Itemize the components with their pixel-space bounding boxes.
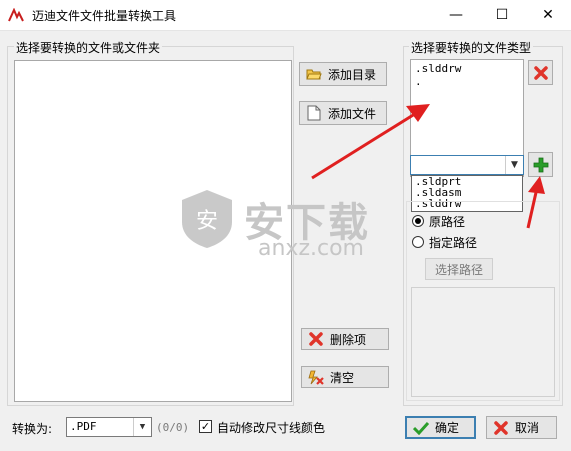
progress-count: (0/0) (156, 421, 190, 434)
svg-text:安: 安 (196, 209, 218, 234)
browse-path-button[interactable]: 选择路径 (425, 258, 493, 280)
file-icon (305, 104, 323, 122)
watermark-logo: 安 (178, 188, 236, 250)
type-dropdown[interactable]: ▼ (410, 155, 524, 175)
delete-x-icon (533, 65, 548, 80)
type-list-item[interactable]: .slddrw (411, 60, 523, 75)
format-select-value: .PDF (70, 420, 97, 433)
chevron-down-icon[interactable]: ▼ (133, 418, 151, 436)
clear-label: 清空 (330, 370, 355, 385)
delete-item-label: 删除项 (330, 332, 367, 347)
watermark-shield-icon: 安 (182, 190, 232, 248)
add-file-button[interactable]: 添加文件 (299, 101, 387, 125)
add-file-label: 添加文件 (328, 106, 377, 121)
delete-item-button[interactable]: 删除项 (301, 328, 389, 350)
cancel-label: 取消 (515, 421, 540, 435)
app-logo-icon (8, 8, 24, 22)
add-directory-label: 添加目录 (328, 67, 377, 82)
type-dropdown-value (411, 156, 415, 170)
chevron-down-icon[interactable]: ▼ (505, 156, 523, 174)
auto-modify-checkbox[interactable]: ✓ (199, 420, 212, 433)
minimize-button[interactable]: — (433, 0, 479, 30)
ok-button[interactable]: 确定 (405, 416, 476, 439)
maximize-button[interactable]: ☐ (479, 0, 525, 30)
auto-modify-label: 自动修改尺寸线颜色 (217, 421, 326, 435)
clear-button[interactable]: 清空 (301, 366, 389, 388)
check-icon (412, 419, 430, 437)
close-button[interactable]: ✕ (525, 0, 571, 30)
path-display (411, 287, 555, 397)
delete-type-button[interactable] (528, 60, 553, 85)
type-list-item[interactable]: . (411, 75, 523, 88)
original-path-label: 原路径 (429, 215, 466, 229)
types-group-label: 选择要转换的文件类型 (409, 39, 534, 56)
add-directory-button[interactable]: 添加目录 (299, 62, 387, 86)
convert-to-label: 转换为: (12, 422, 53, 436)
ok-label: 确定 (435, 421, 460, 435)
plus-icon (533, 157, 548, 172)
title-bar: 迈迪文件文件批量转换工具 — ☐ ✕ (0, 0, 571, 31)
cancel-button[interactable]: 取消 (486, 416, 557, 439)
add-type-button[interactable] (528, 152, 553, 177)
eraser-icon (307, 368, 325, 386)
delete-x-icon (307, 330, 325, 348)
original-path-radio[interactable] (412, 215, 424, 227)
format-select[interactable]: .PDF ▼ (66, 417, 152, 437)
files-group-label: 选择要转换的文件或文件夹 (14, 39, 163, 56)
watermark-en: anxz.com (258, 236, 364, 261)
specified-path-radio[interactable] (412, 236, 424, 248)
window-title: 迈迪文件文件批量转换工具 (32, 9, 177, 23)
folder-open-icon (305, 65, 323, 83)
cancel-x-icon (492, 419, 510, 437)
specified-path-label: 指定路径 (429, 236, 478, 250)
